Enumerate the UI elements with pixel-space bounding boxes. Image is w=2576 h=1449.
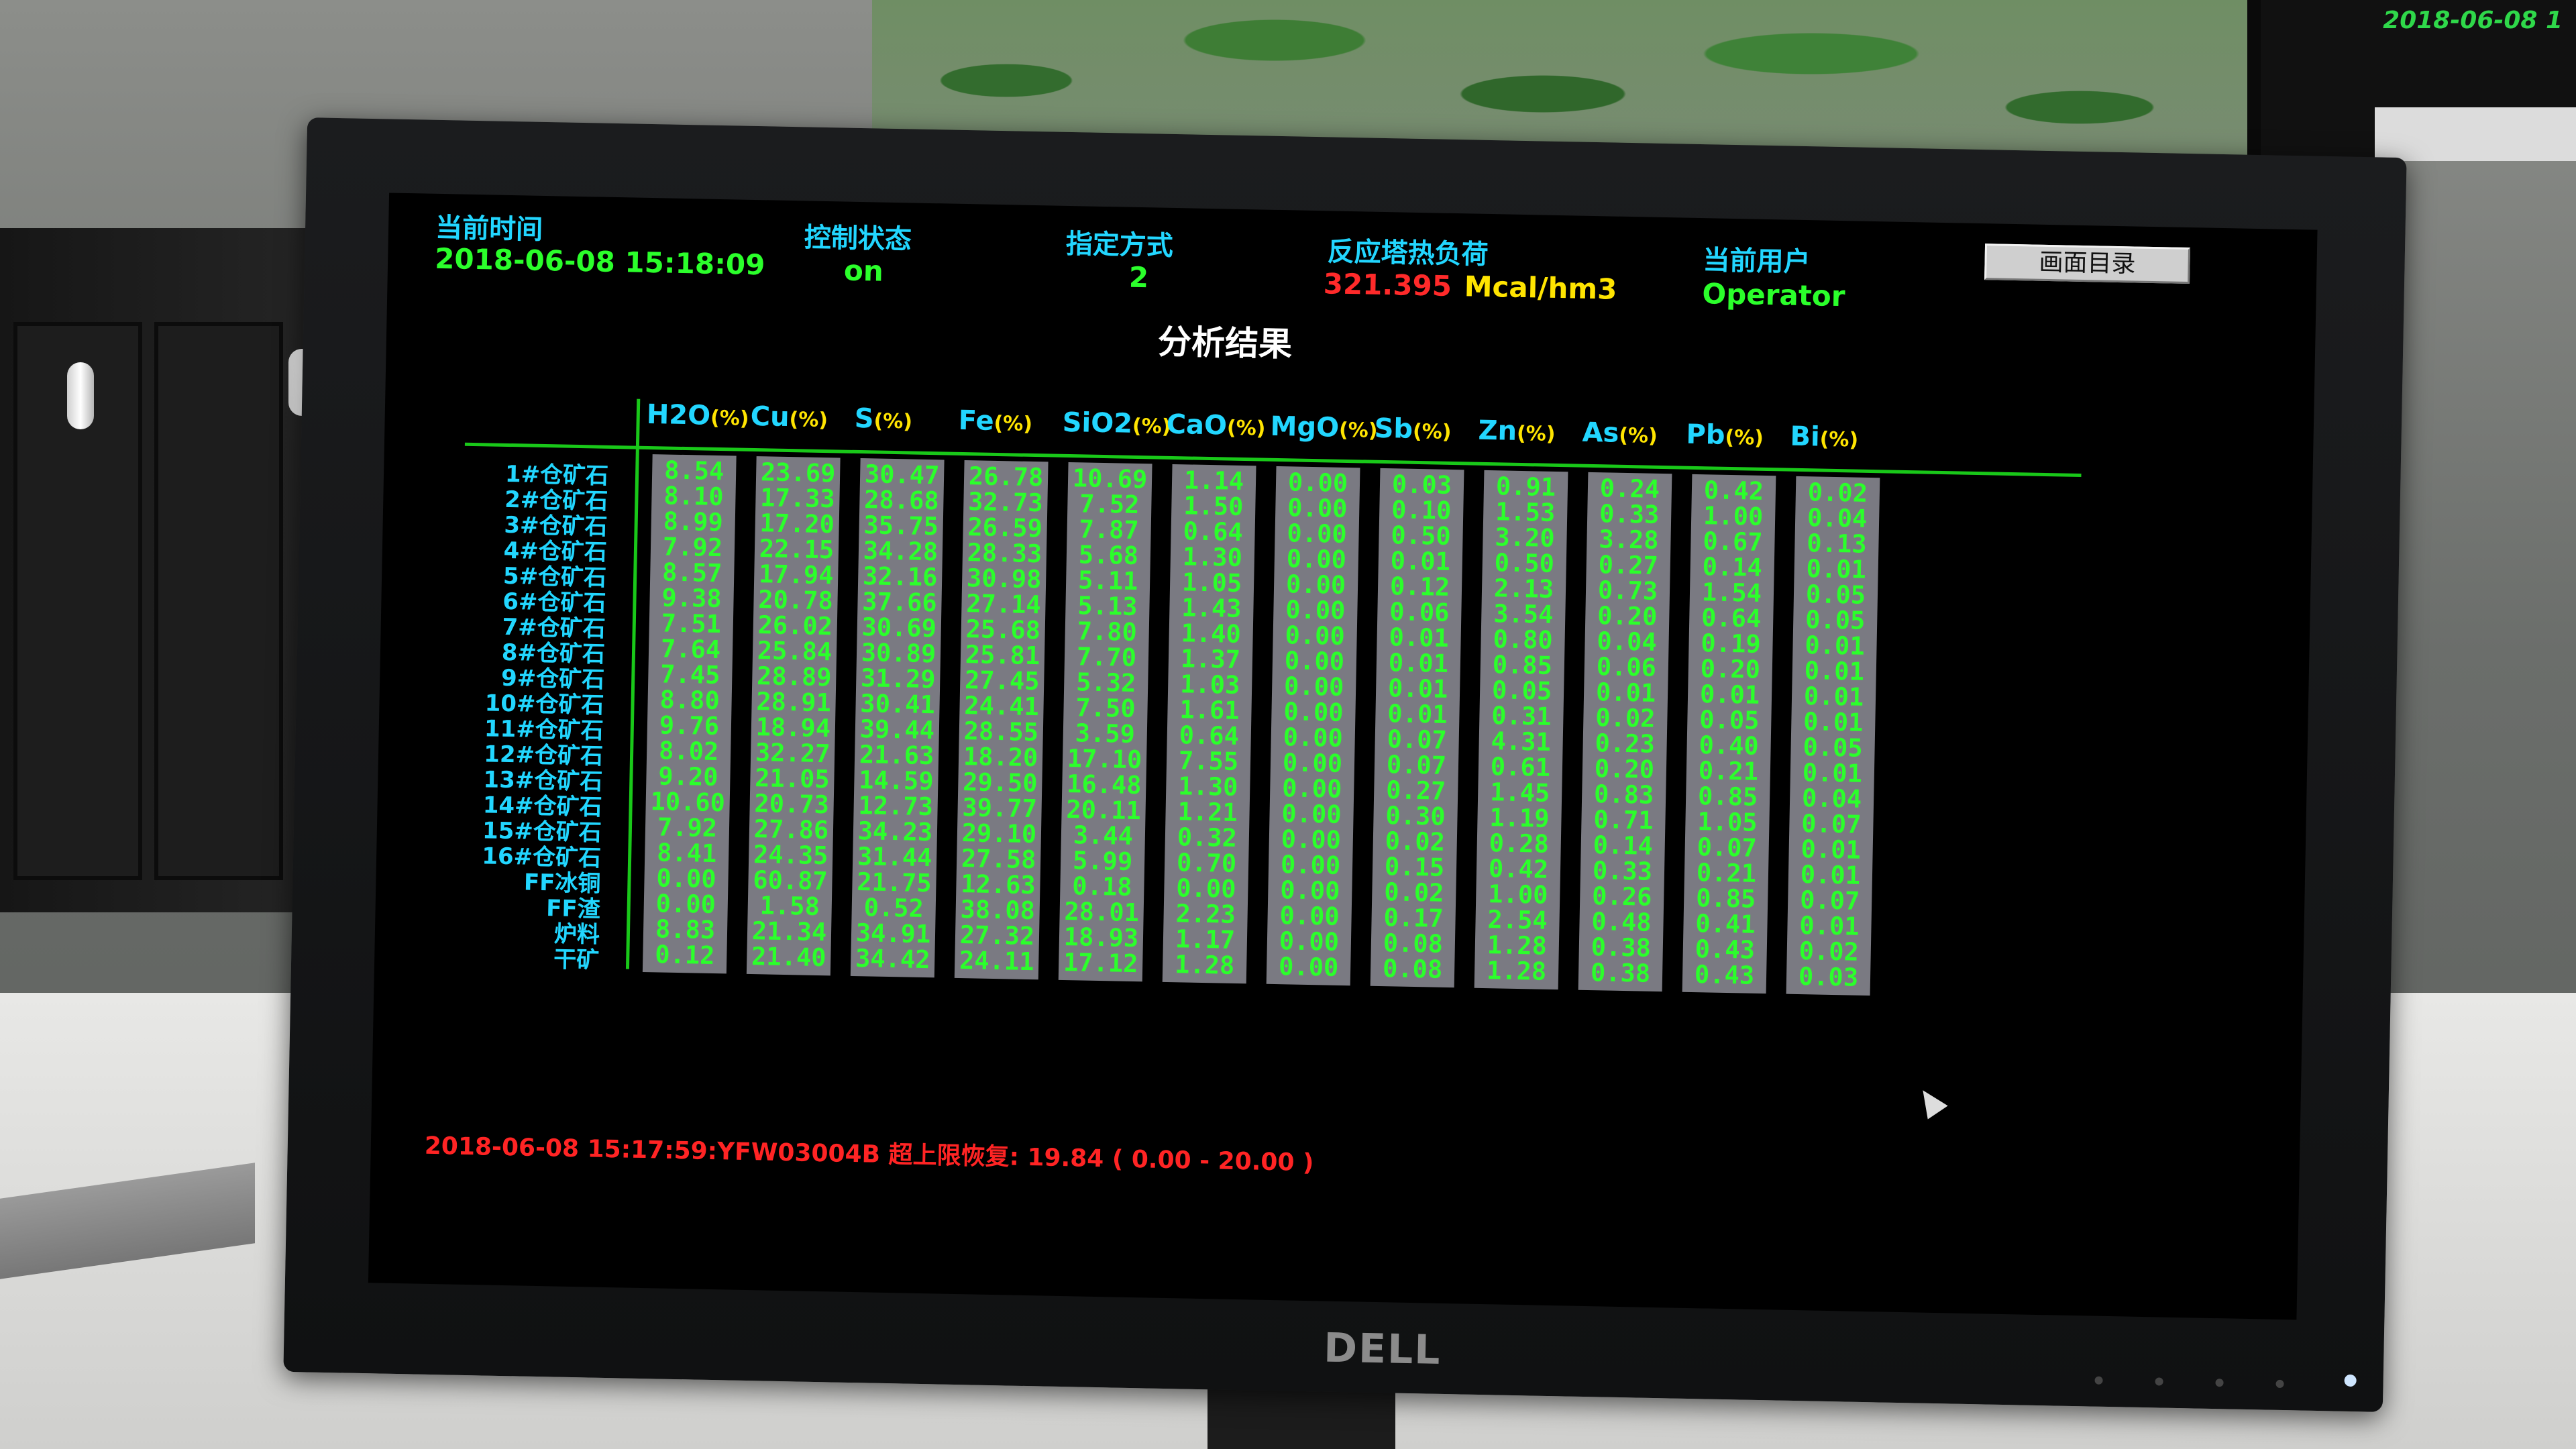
control-status-value: on [843, 254, 884, 288]
column-header: SiO2(%) [1062, 407, 1171, 440]
value-column: 0.03 0.10 0.50 0.01 0.12 0.06 0.01 0.01 0.01 0.01… [1370, 468, 1464, 988]
column-unit: (%) [1338, 418, 1378, 443]
value-cell: 1.28 [1486, 956, 1547, 986]
column-unit: (%) [873, 409, 913, 434]
monitor-button[interactable] [2275, 1379, 2284, 1389]
column-name: Cu [750, 400, 790, 433]
column-name: As [1582, 417, 1619, 449]
value-cell: 0.08 [1382, 954, 1443, 984]
hmi-screen: 当前时间 2018-06-08 15:18:09 控制状态 on 指定方式 2 … [368, 193, 2318, 1320]
column-header: S(%) [854, 403, 912, 435]
value-column: 23.69 17.33 17.20 22.15 17.94 20.78 26.02 25.84… [746, 456, 841, 976]
column-name: H2O [646, 398, 711, 431]
column-name: Zn [1478, 415, 1517, 447]
value-column: 8.54 8.10 8.99 7.92 8.57 9.38 7.51 7.64 7.45 8.80… [642, 454, 737, 974]
background-monitor-date: 2018-06-08 1 [2383, 7, 2563, 34]
monitor-button[interactable] [2094, 1376, 2103, 1385]
value-column: 26.78 32.73 26.59 28.33 30.98 27.14 25.68 25.81… [954, 460, 1049, 980]
mouse-cursor-icon [1913, 1083, 1948, 1120]
value-column: 0.42 1.00 0.67 0.14 1.54 0.64 0.19 0.20 0.01 0.05… [1682, 474, 1776, 994]
column-name: MgO [1270, 411, 1340, 443]
analysis-table [389, 193, 2317, 229]
current-time-value: 2018-06-08 15:18:09 [434, 241, 765, 282]
column-name: S [854, 402, 875, 435]
column-name: SiO2 [1062, 407, 1133, 439]
value-cell: 0.12 [654, 940, 715, 971]
column-unit: (%) [1412, 419, 1452, 444]
column-header: CaO(%) [1166, 409, 1266, 442]
column-unit: (%) [1618, 423, 1658, 448]
current-time-label: 当前时间 [435, 212, 543, 246]
column-name: CaO [1166, 409, 1228, 441]
column-unit: (%) [994, 411, 1033, 436]
page-title: 分析结果 [1157, 322, 1293, 364]
column-unit: (%) [1132, 414, 1171, 439]
reactor-heat-load-unit: Mcal/hm3 [1464, 270, 1617, 306]
value-column: 0.24 0.33 3.28 0.27 0.73 0.20 0.04 0.06 0.01 0.02… [1578, 472, 1672, 992]
column-header: H2O(%) [646, 399, 749, 432]
cabinet-knob [67, 362, 94, 429]
value-cell: 17.12 [1063, 947, 1138, 979]
row-label: 干矿 [553, 946, 600, 974]
column-unit: (%) [1819, 427, 1859, 452]
value-cell: 21.40 [751, 942, 826, 973]
control-status-label: 控制状态 [804, 222, 912, 256]
column-header: Fe(%) [958, 405, 1032, 437]
column-header: As(%) [1582, 417, 1658, 449]
monitor-button[interactable] [2215, 1379, 2224, 1387]
value-column: 0.02 0.04 0.13 0.01 0.05 0.05 0.01 0.01 0.01 0.01… [1786, 476, 1880, 996]
column-header: Pb(%) [1686, 419, 1764, 451]
reactor-heat-load-label: 反应塔热负荷 [1327, 236, 1489, 270]
monitor: 当前时间 2018-06-08 15:18:09 控制状态 on 指定方式 2 … [283, 117, 2407, 1412]
value-cell: 34.42 [855, 944, 930, 975]
dell-logo: DELL [1323, 1324, 1442, 1374]
alarm-message: 2018-06-08 15:17:59:YFW03004B 超上限恢复: 19.… [424, 1132, 1314, 1177]
reactor-heat-load-value: 321.395 [1323, 267, 1452, 303]
column-unit: (%) [1516, 421, 1556, 446]
background-monitor-screen [2375, 107, 2576, 161]
column-header: Bi(%) [1790, 421, 1859, 453]
table-left-line [625, 398, 641, 969]
column-name: Sb [1374, 413, 1413, 445]
column-name: Bi [1790, 421, 1821, 453]
column-header: MgO(%) [1270, 411, 1378, 444]
column-header: Sb(%) [1374, 413, 1452, 445]
value-cell: 1.28 [1174, 950, 1235, 980]
value-column: 30.47 28.68 35.75 34.28 32.16 37.66 30.69 30.89… [850, 458, 945, 978]
column-unit: (%) [1226, 416, 1266, 441]
column-header: Zn(%) [1478, 415, 1556, 447]
screen-menu-button[interactable]: 画面目录 [1984, 244, 2191, 284]
current-user-label: 当前用户 [1703, 245, 1811, 278]
value-cell: 0.03 [1798, 962, 1859, 992]
value-cell: 0.43 [1694, 960, 1755, 990]
column-name: Fe [958, 405, 995, 437]
value-column: 10.69 7.52 7.87 5.68 5.11 5.13 7.80 7.70 5.32 7.5… [1058, 462, 1152, 982]
specified-mode-value: 2 [1128, 260, 1149, 294]
value-cell: 0.00 [1278, 952, 1339, 982]
column-unit: (%) [1725, 425, 1764, 450]
current-user-value: Operator [1702, 277, 1845, 313]
value-column: 0.00 0.00 0.00 0.00 0.00 0.00 0.00 0.00 0.00 0.00… [1266, 466, 1360, 986]
monitor-button[interactable] [2155, 1377, 2163, 1386]
specified-mode-label: 指定方式 [1065, 228, 1174, 262]
value-column: 0.91 1.53 3.20 0.50 2.13 3.54 0.80 0.85 0.05 0.31… [1474, 470, 1568, 990]
power-led-icon[interactable] [2344, 1374, 2357, 1387]
value-cell: 24.11 [959, 946, 1034, 977]
column-unit: (%) [710, 406, 749, 431]
value-cell: 0.38 [1590, 958, 1651, 988]
column-unit: (%) [789, 408, 828, 433]
cabinet-door [154, 322, 283, 880]
column-header: Cu(%) [750, 401, 828, 433]
value-column: 1.14 1.50 0.64 1.30 1.05 1.43 1.40 1.37 1.03 1.61… [1162, 464, 1256, 984]
column-name: Pb [1686, 419, 1725, 451]
